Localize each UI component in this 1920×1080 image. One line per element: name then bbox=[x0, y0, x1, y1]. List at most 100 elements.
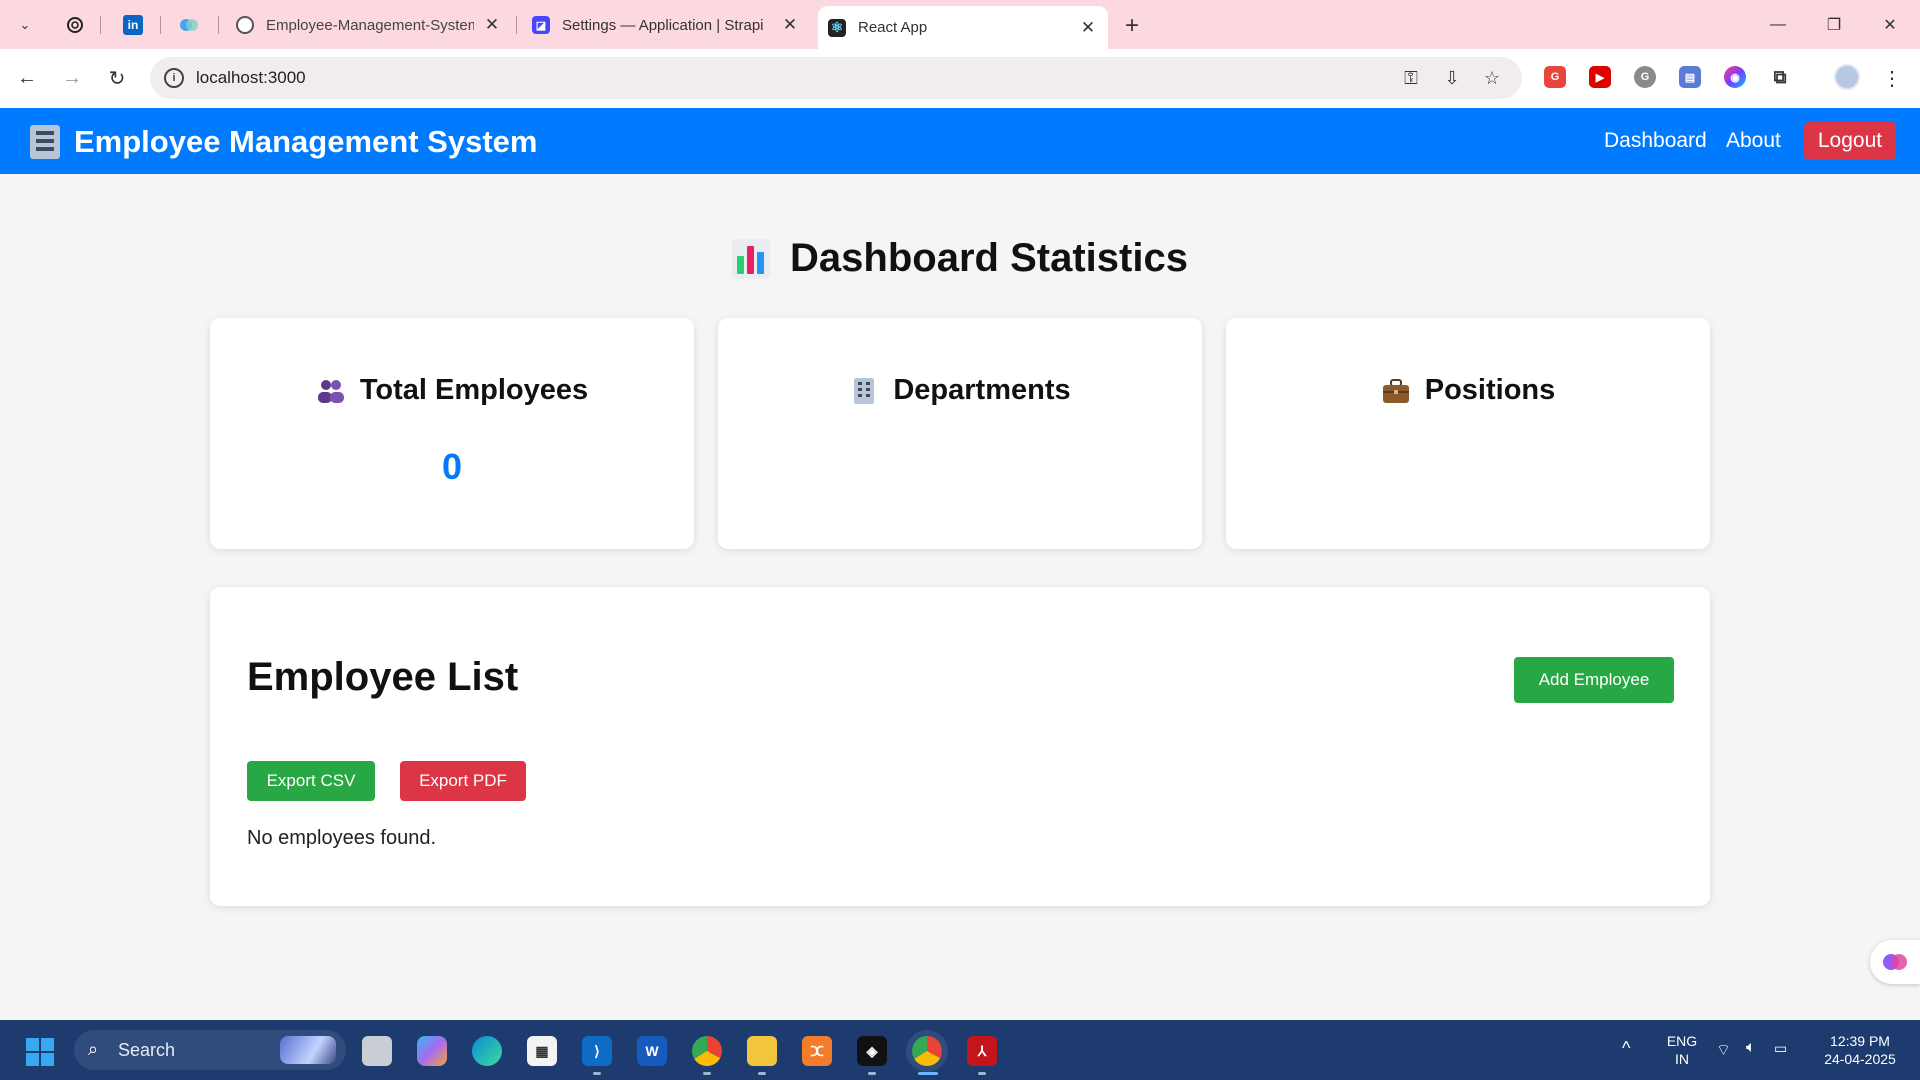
dashboard-heading: Dashboard Statistics bbox=[0, 236, 1920, 281]
tab-search-chevron-icon[interactable]: ⌄ bbox=[12, 12, 38, 38]
close-icon[interactable]: ✕ bbox=[1078, 18, 1098, 38]
tab-strapi[interactable]: ◪ Settings — Application | Strapi ✕ bbox=[522, 8, 810, 42]
nav-link-about[interactable]: About bbox=[1726, 129, 1781, 153]
employee-list-panel: Employee List Add Employee Export CSV Ex… bbox=[210, 587, 1710, 906]
vscode-icon[interactable]: ⟩ bbox=[582, 1036, 612, 1066]
edge-browser-icon[interactable] bbox=[472, 1036, 502, 1066]
react-icon: ⚛ bbox=[828, 18, 846, 37]
linkedin-icon: in bbox=[123, 15, 143, 35]
profile-avatar[interactable] bbox=[1834, 64, 1860, 90]
windows-start-icon[interactable] bbox=[26, 1038, 54, 1066]
extension-color-icon[interactable]: ◉ bbox=[1724, 66, 1746, 88]
forward-arrow-icon[interactable]: → bbox=[57, 63, 87, 93]
pinned-tab-openai[interactable] bbox=[62, 12, 88, 38]
copilot-app-icon[interactable] bbox=[417, 1036, 447, 1066]
install-app-icon[interactable]: ⇩ bbox=[1439, 66, 1465, 90]
file-explorer-icon[interactable] bbox=[747, 1036, 777, 1066]
openai-icon bbox=[67, 17, 83, 33]
taskbar-running-indicator bbox=[703, 1072, 711, 1075]
back-arrow-icon[interactable]: ← bbox=[12, 63, 42, 93]
tab-separator bbox=[516, 16, 517, 34]
logout-button[interactable]: Logout bbox=[1804, 122, 1896, 160]
clock[interactable]: 12:39 PM 24-04-2025 bbox=[1812, 1032, 1908, 1068]
password-key-icon[interactable]: ⚿ bbox=[1398, 66, 1424, 90]
acrobat-icon[interactable]: ⅄ bbox=[967, 1036, 997, 1066]
url-text[interactable]: localhost:3000 bbox=[196, 68, 306, 88]
stat-card-label: Positions bbox=[1424, 374, 1556, 406]
browser-toolbar: ← → ↻ i localhost:3000 ⚿ ⇩ ☆ bbox=[0, 49, 1920, 108]
taskbar-search-label: Search bbox=[118, 1040, 176, 1060]
terminal-app-icon[interactable]: ◈ bbox=[857, 1036, 887, 1066]
add-employee-button[interactable]: Add Employee bbox=[1514, 657, 1674, 703]
site-info-icon[interactable]: i bbox=[164, 68, 184, 88]
tab-title: React App bbox=[858, 19, 928, 36]
address-bar[interactable]: i localhost:3000 ⚿ ⇩ ☆ bbox=[150, 57, 1522, 99]
reload-icon[interactable]: ↻ bbox=[102, 63, 132, 93]
pinned-tab-linkedin[interactable]: in bbox=[120, 12, 146, 38]
microsoft-store-icon[interactable]: ▦ bbox=[527, 1036, 557, 1066]
wifi-icon[interactable]: ⌔ bbox=[1716, 1040, 1731, 1060]
assistant-brain-icon[interactable] bbox=[1870, 940, 1920, 984]
extension-translate-icon[interactable]: G bbox=[1544, 66, 1566, 88]
stat-card-value: 0 bbox=[441, 446, 463, 487]
tab-separator bbox=[100, 16, 101, 34]
taskbar-running-indicator bbox=[593, 1072, 601, 1075]
pinned-tab-copilot[interactable] bbox=[176, 12, 202, 38]
github-icon bbox=[236, 16, 254, 34]
region-code: IN bbox=[1675, 1051, 1689, 1067]
brand-title: Employee Management System bbox=[74, 124, 538, 159]
restore-icon[interactable]: ❐ bbox=[1814, 10, 1854, 40]
battery-icon[interactable]: ▭ bbox=[1774, 1040, 1787, 1057]
tab-title: Settings — Application | Strapi bbox=[562, 16, 764, 34]
close-icon[interactable]: ✕ bbox=[482, 15, 502, 35]
taskbar-running-indicator bbox=[758, 1072, 766, 1075]
volume-icon[interactable]: 🔈︎ bbox=[1746, 1039, 1756, 1057]
extensions-puzzle-icon[interactable]: ⧉ bbox=[1769, 66, 1791, 88]
minimize-icon[interactable]: — bbox=[1758, 10, 1798, 40]
windows-taskbar: ⌕ Search ▦ ⟩ W ⵋ ◈ ⅄ ^ ENG IN ⌔ 🔈︎ ▭ 12:… bbox=[0, 1020, 1920, 1080]
window-close-icon[interactable]: ✕ bbox=[1870, 10, 1910, 40]
browser-menu-icon[interactable]: ⋮ bbox=[1882, 66, 1902, 90]
tab-react-app[interactable]: ⚛ React App ✕ bbox=[818, 6, 1108, 49]
taskbar-search[interactable]: ⌕ Search bbox=[74, 1030, 346, 1070]
tab-github[interactable]: Employee-Management-System ✕ bbox=[226, 8, 512, 42]
search-icon: ⌕ bbox=[88, 1039, 99, 1059]
brand[interactable]: Employee Management System bbox=[30, 124, 537, 160]
export-pdf-button[interactable]: Export PDF bbox=[400, 761, 526, 801]
copilot-icon bbox=[180, 19, 198, 31]
close-icon[interactable]: ✕ bbox=[780, 15, 800, 35]
tab-separator bbox=[160, 16, 161, 34]
chrome-icon[interactable] bbox=[692, 1036, 722, 1066]
building-icon bbox=[854, 377, 875, 404]
language-code: ENG bbox=[1666, 1033, 1698, 1049]
empty-state-message: No employees found. bbox=[247, 827, 437, 849]
people-icon bbox=[317, 379, 344, 403]
clock-date: 24-04-2025 bbox=[1824, 1051, 1896, 1067]
extension-grammarly-icon[interactable]: G bbox=[1634, 66, 1656, 88]
xampp-icon[interactable]: ⵋ bbox=[802, 1036, 832, 1066]
taskbar-active-indicator bbox=[918, 1072, 938, 1075]
stat-card-departments: Departments bbox=[718, 318, 1202, 549]
briefcase-icon bbox=[1382, 378, 1409, 403]
employee-list-title: Employee List bbox=[247, 655, 519, 699]
extension-youtube-icon[interactable]: ▶ bbox=[1589, 66, 1611, 88]
stat-card-label: Total Employees bbox=[359, 374, 589, 406]
office-building-icon bbox=[30, 125, 60, 159]
language-indicator[interactable]: ENG IN bbox=[1662, 1032, 1702, 1068]
stat-card-label: Departments bbox=[893, 374, 1071, 406]
chrome-active-icon[interactable] bbox=[912, 1036, 942, 1066]
tab-title: Employee-Management-System bbox=[266, 16, 474, 34]
extension-printer-icon[interactable]: ▤ bbox=[1679, 66, 1701, 88]
search-highlight-image bbox=[280, 1036, 336, 1064]
browser-tabstrip: ⌄ in Employee-Management-System ✕ ◪ Sett… bbox=[0, 0, 1920, 49]
bookmark-star-icon[interactable]: ☆ bbox=[1479, 66, 1505, 90]
export-csv-button[interactable]: Export CSV bbox=[247, 761, 375, 801]
new-tab-icon[interactable]: + bbox=[1118, 12, 1146, 40]
show-hidden-icons-icon[interactable]: ^ bbox=[1622, 1038, 1630, 1059]
word-icon[interactable]: W bbox=[637, 1036, 667, 1066]
page-title: Dashboard Statistics bbox=[790, 236, 1188, 280]
app-navbar: Employee Management System Dashboard Abo… bbox=[0, 108, 1920, 174]
task-view-icon[interactable] bbox=[362, 1036, 392, 1066]
nav-link-dashboard[interactable]: Dashboard bbox=[1604, 129, 1707, 153]
tab-separator bbox=[218, 16, 219, 34]
